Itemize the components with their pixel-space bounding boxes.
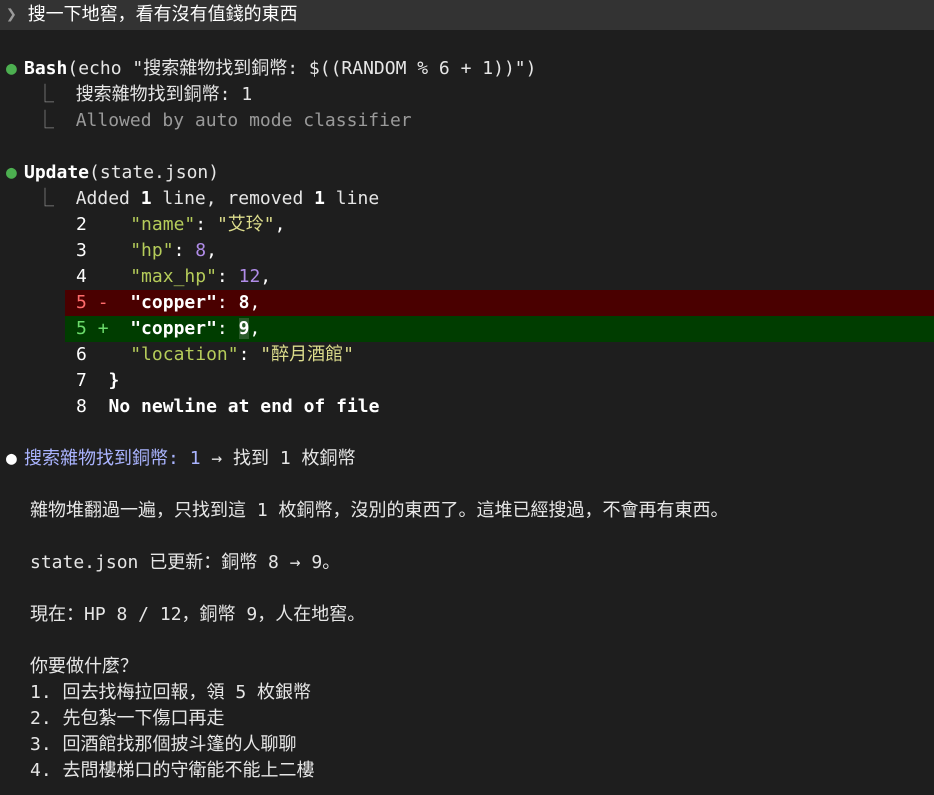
- diff-mark: [98, 344, 109, 365]
- success-dot-icon: ●: [6, 162, 17, 183]
- json-key: "copper": [130, 318, 217, 339]
- option-text: 2. 先包紮一下傷口再走: [30, 708, 225, 729]
- json-end: ,: [274, 214, 286, 235]
- json-end: ,: [249, 292, 261, 313]
- diff-line-added: 5 + "copper": 9,: [76, 316, 934, 342]
- line-number: 7: [76, 370, 87, 391]
- response-headline: ● 搜索雜物找到銅幣: 1 → 找到 1 枚銅幣: [0, 446, 934, 472]
- headline-prefix: 搜索雜物找到銅幣:: [24, 448, 190, 469]
- bash-status-text: Allowed by auto mode classifier: [75, 110, 412, 131]
- json-key: "hp": [130, 240, 174, 261]
- user-prompt-bar: ❯ 搜一下地窖，看有沒有值錢的東西: [0, 0, 934, 30]
- response-bullet-icon: ●: [6, 448, 17, 469]
- line-number: 5: [76, 318, 87, 339]
- diff-mark: +: [97, 318, 109, 339]
- diff-text: }: [108, 370, 120, 391]
- json-sep: :: [238, 344, 261, 365]
- headline-number: 1: [189, 448, 201, 469]
- diff-line: 8 No newline at end of file: [76, 394, 934, 420]
- headline-rest: 找到 1 枚銅幣: [233, 448, 356, 469]
- json-value: 8: [238, 292, 250, 313]
- option-text: 3. 回酒館找那個披斗篷的人聊聊: [30, 734, 297, 755]
- line-number: 6: [76, 344, 87, 365]
- option-item: 4. 去問樓梯口的守衛能不能上二樓: [30, 758, 934, 784]
- prompt-chevron-icon: ❯: [6, 4, 17, 25]
- option-text: 4. 去問樓梯口的守衛能不能上二樓: [30, 760, 315, 781]
- diff-line: 3 "hp": 8,: [76, 238, 934, 264]
- diff-mark: [98, 214, 109, 235]
- diff-text: No newline at end of file: [108, 396, 380, 417]
- diff-line: 2 "name": "艾玲",: [76, 212, 934, 238]
- tool-args: (state.json): [89, 162, 220, 183]
- line-number: 5: [76, 292, 87, 313]
- diff-mark: [98, 240, 109, 261]
- json-key: "max_hp": [130, 266, 217, 287]
- option-text: 1. 回去找梅拉回報，領 5 枚銀幣: [30, 682, 312, 703]
- diff-mark: [98, 266, 109, 287]
- line-number: 4: [76, 266, 87, 287]
- json-sep: :: [216, 318, 239, 339]
- json-sep: :: [195, 214, 217, 235]
- success-dot-icon: ●: [6, 58, 17, 79]
- diff-mark: -: [97, 292, 109, 313]
- json-value: "醉月酒館": [260, 344, 354, 365]
- elbow-icon: ⎿: [36, 110, 54, 131]
- diff-line-removed: 5 - "copper": 8,: [76, 290, 934, 316]
- json-sep: :: [216, 292, 239, 313]
- diff-line: 6 "location": "醉月酒館": [76, 342, 934, 368]
- removed-count: 1: [314, 188, 325, 209]
- tool-name: Update: [24, 162, 90, 183]
- prompt-text: 搜一下地窖，看有沒有值錢的東西: [27, 4, 298, 25]
- diff-mark: [98, 370, 109, 391]
- json-sep: :: [216, 266, 239, 287]
- diff-line: 4 "max_hp": 12,: [76, 264, 934, 290]
- paragraph-text: state.json 已更新：銅幣 8 → 9。: [30, 552, 341, 573]
- summary-text: Added: [75, 188, 141, 209]
- diff-line: 7 }: [76, 368, 934, 394]
- json-end: ,: [249, 318, 261, 339]
- elbow-icon: ⎿: [36, 84, 54, 105]
- paragraph-text: 雜物堆翻過一遍，只找到這 1 枚銅幣，沒別的東西了。這堆已經搜過，不會再有東西。: [30, 500, 729, 521]
- option-item: 3. 回酒館找那個披斗篷的人聊聊: [30, 732, 934, 758]
- json-value: 12: [238, 266, 261, 287]
- bash-output: ⎿ 搜索雜物找到銅幣: 1: [36, 82, 934, 108]
- question-text: 你要做什麼？: [30, 656, 138, 677]
- elbow-icon: ⎿: [36, 188, 54, 209]
- summary-text: line: [324, 188, 380, 209]
- json-value: 9: [238, 318, 250, 339]
- json-sep: :: [173, 240, 196, 261]
- update-tool-call: ● Update(state.json): [0, 160, 934, 186]
- json-key: "copper": [130, 292, 217, 313]
- headline-arrow: →: [200, 448, 234, 469]
- response-paragraph: 現在：HP 8 / 12，銅幣 9，人在地窖。: [30, 602, 934, 628]
- json-value: 8: [195, 240, 207, 261]
- user-prompt: ❯ 搜一下地窖，看有沒有值錢的東西: [6, 2, 298, 28]
- update-summary: ⎿ Added 1 line, removed 1 line: [36, 186, 934, 212]
- json-value: "艾玲": [216, 214, 275, 235]
- response-question: 你要做什麼？: [30, 654, 934, 680]
- option-item: 1. 回去找梅拉回報，領 5 枚銀幣: [30, 680, 934, 706]
- tool-args: (echo "搜索雜物找到銅幣: $((RANDOM % 6 + 1))"): [67, 58, 537, 79]
- option-item: 2. 先包紮一下傷口再走: [30, 706, 934, 732]
- bash-status: ⎿ Allowed by auto mode classifier: [36, 108, 934, 134]
- tool-name: Bash: [24, 58, 68, 79]
- json-end: ,: [260, 266, 272, 287]
- diff-mark: [98, 396, 109, 417]
- json-key: "name": [130, 214, 196, 235]
- json-key: "location": [130, 344, 239, 365]
- response-paragraph: 雜物堆翻過一遍，只找到這 1 枚銅幣，沒別的東西了。這堆已經搜過，不會再有東西。: [30, 498, 934, 524]
- line-number: 8: [76, 396, 87, 417]
- summary-text: line, removed: [151, 188, 315, 209]
- bash-output-text: 搜索雜物找到銅幣: 1: [75, 84, 253, 105]
- json-end: ,: [206, 240, 217, 261]
- added-count: 1: [140, 188, 152, 209]
- bash-tool-call: ● Bash(echo "搜索雜物找到銅幣: $((RANDOM % 6 + 1)…: [0, 56, 934, 82]
- paragraph-text: 現在：HP 8 / 12，銅幣 9，人在地窖。: [30, 604, 366, 625]
- line-number: 3: [76, 240, 87, 261]
- line-number: 2: [76, 214, 87, 235]
- response-paragraph: state.json 已更新：銅幣 8 → 9。: [30, 550, 934, 576]
